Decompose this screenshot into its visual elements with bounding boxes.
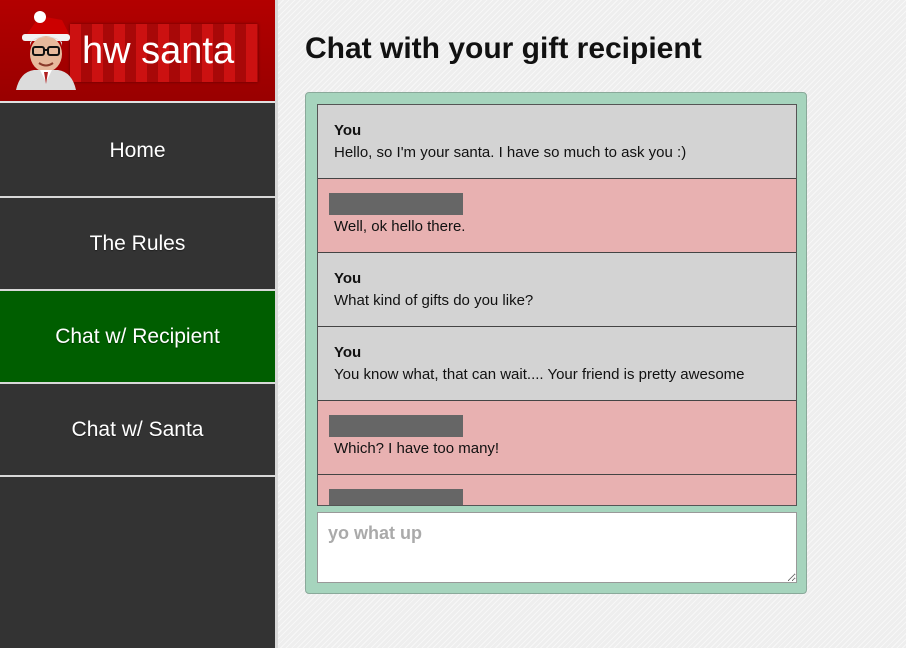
nav-item-label: Chat w/ Santa (71, 417, 204, 441)
sidebar: hw santa Home The Rules Chat w/ Recipien… (0, 0, 278, 648)
main-nav: Home The Rules Chat w/ Recipient Chat w/… (0, 105, 275, 477)
redacted-sender-name (329, 415, 463, 437)
nav-item-label: Home (109, 138, 166, 162)
nav-item-label: The Rules (89, 231, 186, 255)
message-sender: You (334, 122, 362, 139)
chat-message: You Hello, so I'm your santa. I have so … (318, 105, 796, 179)
chat-panel: You Hello, so I'm your santa. I have so … (305, 92, 807, 594)
message-sender: You (334, 270, 362, 287)
chat-message: Well, ok hello there. (318, 179, 796, 253)
page-title: Chat with your gift recipient (305, 32, 702, 65)
message-list[interactable]: You Hello, so I'm your santa. I have so … (317, 104, 797, 506)
logo-text: hw santa (82, 30, 235, 72)
chat-message: Which? I have too many! (318, 401, 796, 475)
message-input[interactable] (317, 512, 797, 583)
redacted-sender-name (329, 193, 463, 215)
logo[interactable]: hw santa (0, 0, 275, 103)
message-text: You know what, that can wait.... Your fr… (334, 366, 745, 383)
message-sender: You (334, 344, 362, 361)
chat-message: You You know what, that can wait.... You… (318, 327, 796, 401)
redacted-sender-name (329, 489, 463, 505)
nav-item-chat-santa[interactable]: Chat w/ Santa (0, 384, 275, 477)
santa-avatar-image (16, 11, 76, 90)
message-text: Which? I have too many! (334, 440, 500, 457)
nav-item-chat-recipient[interactable]: Chat w/ Recipient (0, 291, 275, 384)
message-text: What kind of gifts do you like? (334, 292, 534, 309)
nav-item-the-rules[interactable]: The Rules (0, 198, 275, 291)
chat-message: You What kind of gifts do you like? (318, 253, 796, 327)
nav-item-home[interactable]: Home (0, 105, 275, 198)
chat-message (318, 475, 796, 505)
message-text: Hello, so I'm your santa. I have so much… (334, 144, 687, 161)
nav-item-label: Chat w/ Recipient (55, 324, 220, 348)
message-text: Well, ok hello there. (334, 218, 466, 235)
